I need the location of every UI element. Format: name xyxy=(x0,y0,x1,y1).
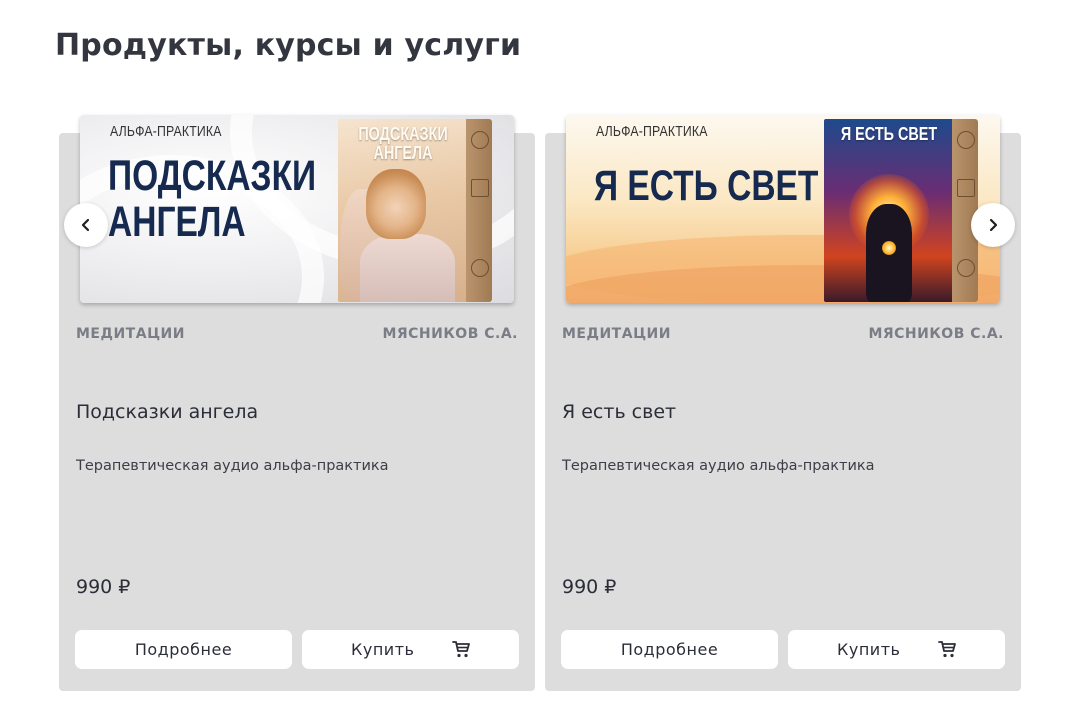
cart-icon xyxy=(452,641,470,658)
product-box-image: ПОДСКАЗКИ АНГЕЛА xyxy=(338,119,468,302)
details-button[interactable]: Подробнее xyxy=(561,630,778,669)
product-category: МЕДИТАЦИИ xyxy=(76,326,185,342)
product-card: АЛЬФА-ПРАКТИКА Я ЕСТЬ СВЕТ Я ЕСТЬ СВЕТ М… xyxy=(545,115,1021,691)
headphones-icon xyxy=(957,131,975,149)
buy-button-label: Купить xyxy=(351,640,415,659)
product-price: 990 ₽ xyxy=(76,576,131,598)
product-title[interactable]: Я есть свет xyxy=(562,401,676,423)
buy-button[interactable]: Купить xyxy=(302,630,519,669)
file-icon xyxy=(957,179,975,197)
buy-button-label: Купить xyxy=(837,640,901,659)
emblem-icon xyxy=(471,259,489,277)
box-side xyxy=(466,119,492,302)
banner-brand: АЛЬФА-ПРАКТИКА xyxy=(596,123,708,140)
carousel-next-button[interactable] xyxy=(971,203,1015,247)
product-title[interactable]: Подсказки ангела xyxy=(76,401,258,423)
product-author: МЯСНИКОВ С.А. xyxy=(868,326,1004,342)
emblem-icon xyxy=(957,259,975,277)
product-card: АЛЬФА-ПРАКТИКА ПОДСКАЗКИ АНГЕЛА ПОДСКАЗК… xyxy=(59,115,535,691)
headphones-icon xyxy=(471,131,489,149)
heart-light-graphic xyxy=(882,241,896,255)
file-icon xyxy=(471,179,489,197)
chevron-right-icon xyxy=(989,218,998,232)
details-button[interactable]: Подробнее xyxy=(75,630,292,669)
box-title: ПОДСКАЗКИ АНГЕЛА xyxy=(358,124,448,163)
product-description: Терапевтическая аудио альфа-практика xyxy=(562,458,875,474)
section-title: Продукты, курсы и услуги xyxy=(55,28,522,63)
angel-robe-graphic xyxy=(360,234,455,302)
product-description: Терапевтическая аудио альфа-практика xyxy=(76,458,389,474)
product-banner[interactable]: АЛЬФА-ПРАКТИКА ПОДСКАЗКИ АНГЕЛА ПОДСКАЗК… xyxy=(80,115,514,303)
banner-brand: АЛЬФА-ПРАКТИКА xyxy=(110,123,222,140)
chevron-left-icon xyxy=(81,218,90,232)
product-category: МЕДИТАЦИИ xyxy=(562,326,671,342)
product-box-image: Я ЕСТЬ СВЕТ xyxy=(824,119,954,302)
angel-graphic xyxy=(366,169,426,239)
banner-headline: ПОДСКАЗКИ АНГЕЛА xyxy=(108,152,317,246)
box-title: Я ЕСТЬ СВЕТ xyxy=(840,124,938,144)
box-side xyxy=(952,119,978,302)
buy-button[interactable]: Купить xyxy=(788,630,1005,669)
carousel-prev-button[interactable] xyxy=(64,203,108,247)
banner-headline: Я ЕСТЬ СВЕТ xyxy=(594,162,819,210)
cart-icon xyxy=(938,641,956,658)
product-banner[interactable]: АЛЬФА-ПРАКТИКА Я ЕСТЬ СВЕТ Я ЕСТЬ СВЕТ xyxy=(566,115,1000,303)
product-price: 990 ₽ xyxy=(562,576,617,598)
product-author: МЯСНИКОВ С.А. xyxy=(382,326,518,342)
